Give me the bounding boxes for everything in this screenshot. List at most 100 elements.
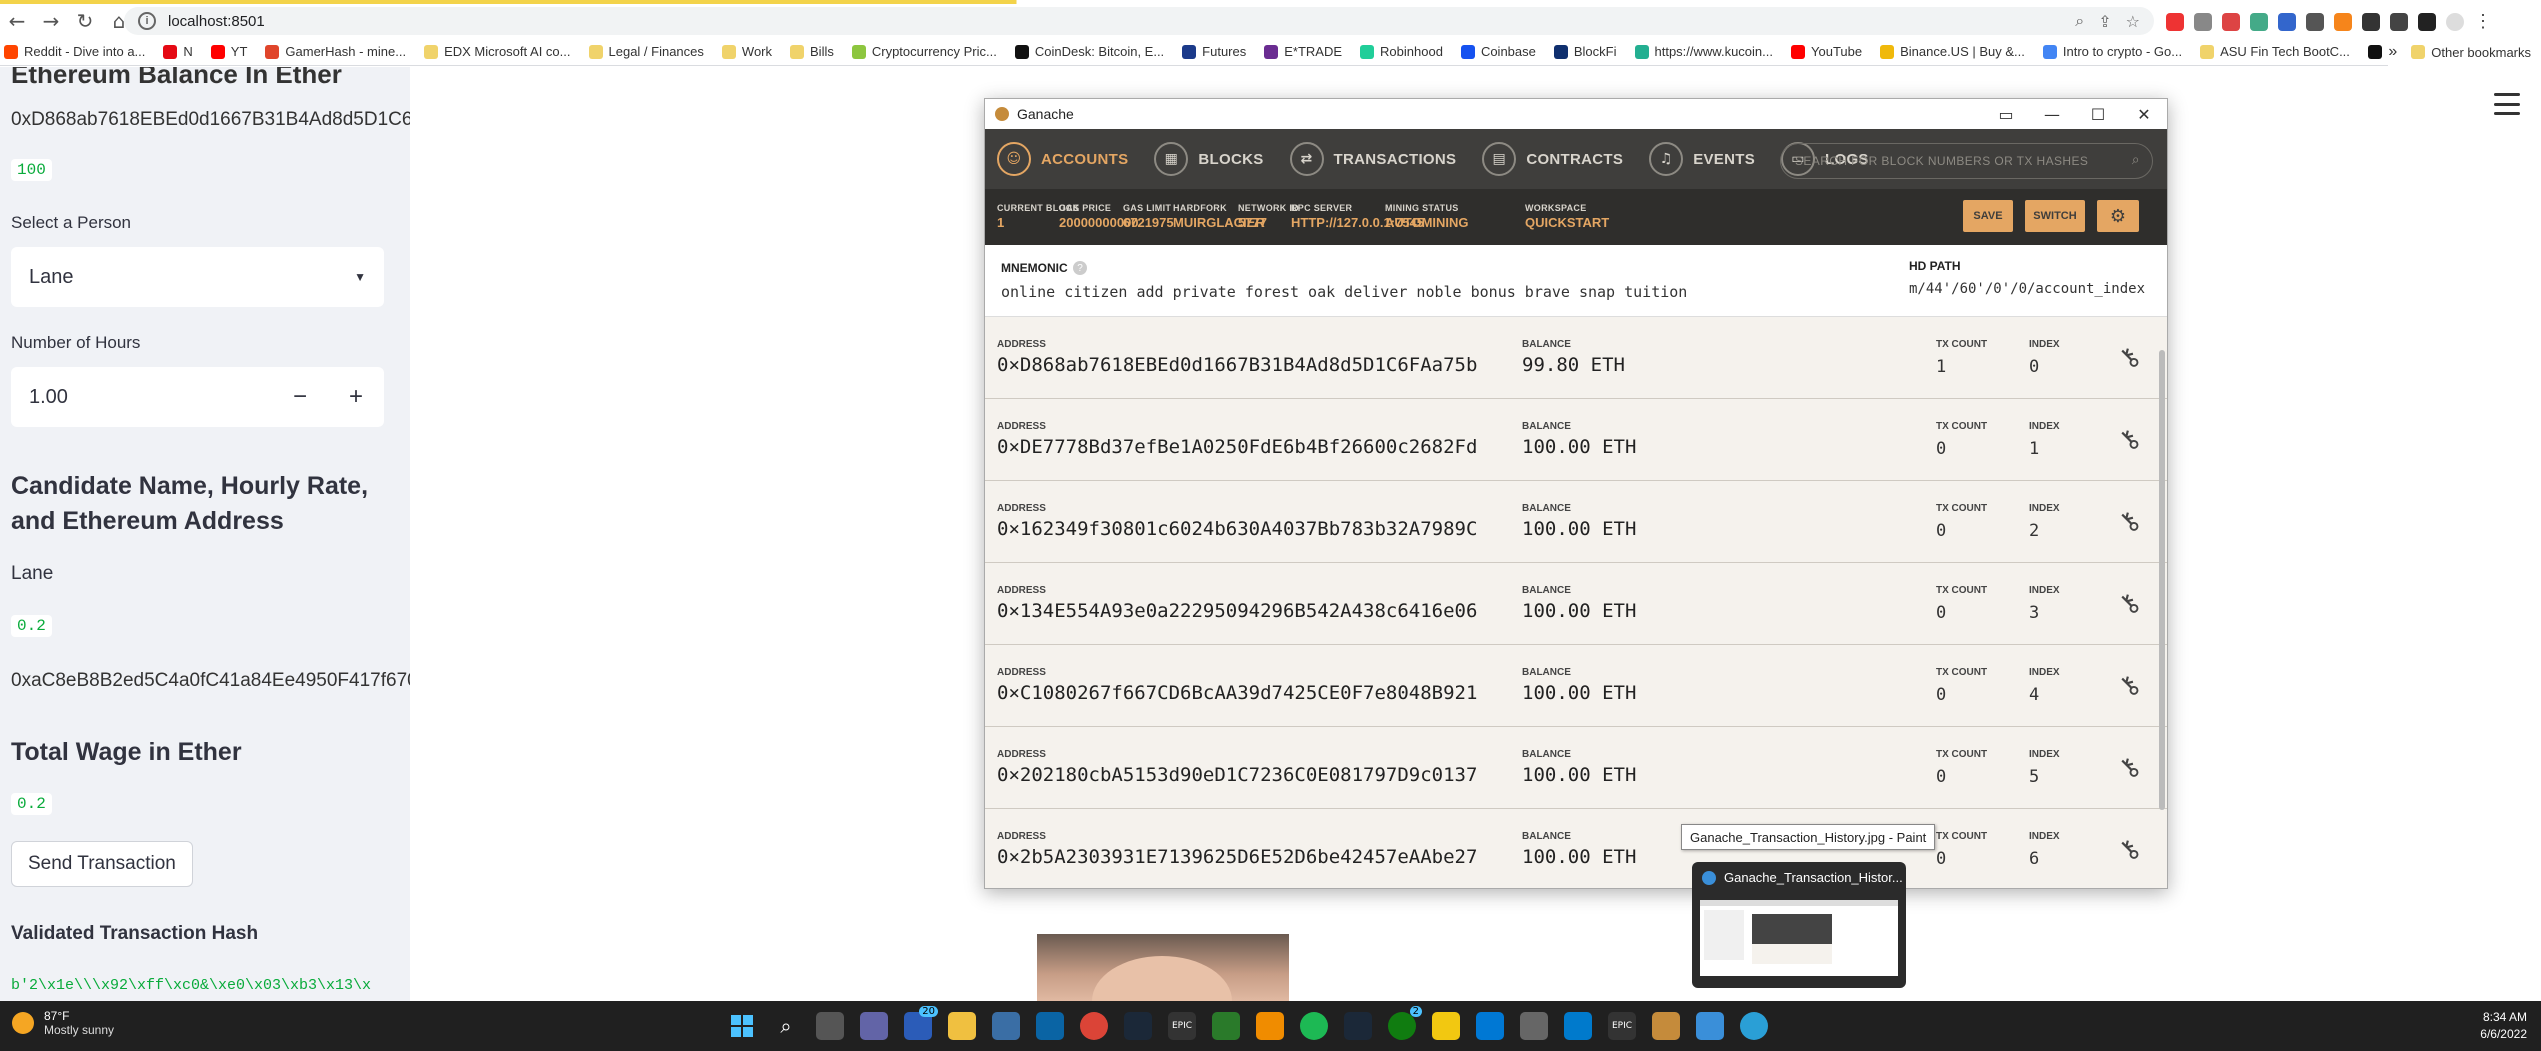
bookmark-item[interactable]: YouTube [1791,44,1862,59]
steam-icon[interactable] [1344,1012,1372,1040]
app-icon[interactable] [1476,1012,1504,1040]
ganache-search-input[interactable]: SEARCH FOR BLOCK NUMBERS OR TX HASHES ⌕ [1780,143,2153,179]
extension-icon[interactable] [2278,13,2296,31]
other-bookmarks[interactable]: Other bookmarks [2431,45,2531,60]
bookmark-item[interactable]: Robinhood [1360,44,1443,59]
save-button[interactable]: SAVE [1963,200,2013,232]
bookmark-item[interactable]: GamerHash - mine... [265,44,406,59]
account-row[interactable]: ADDRESS BALANCE TX COUNT INDEX 0×2b5A2303931… [985,809,2167,888]
xbox-icon[interactable]: 2 [1388,1006,1422,1040]
back-icon[interactable]: ← [0,4,34,38]
maximize-icon[interactable]: ☐ [2075,105,2121,124]
tab-contracts[interactable]: ▤ CONTRACTS [1482,142,1623,176]
account-row[interactable]: ADDRESS BALANCE TX COUNT INDEX 0×DE7778Bd37e… [985,399,2167,481]
select-person-dropdown[interactable]: Lane ▼ [11,247,384,307]
windows-start-icon[interactable] [728,1012,756,1040]
bookmark-item[interactable]: BlockFi [1553,44,1617,59]
extension-icon[interactable] [2250,13,2268,31]
chevron-double-right-icon[interactable]: » [2388,43,2397,61]
spotify-icon[interactable] [1300,1012,1328,1040]
extension-icon[interactable] [2222,13,2240,31]
key-icon[interactable]: ⚷ [2112,341,2147,376]
bookmark-item[interactable]: https://www.kucoin... [1634,44,1773,59]
account-row[interactable]: ADDRESS BALANCE TX COUNT INDEX 0×C1080267f66… [985,645,2167,727]
bookmark-item[interactable]: Cryptocurrency Pric... [851,44,997,59]
hamburger-menu-icon[interactable] [2494,93,2520,115]
browser-menu-icon[interactable]: ⋮ [2474,12,2492,31]
site-info-icon[interactable]: i [138,12,156,30]
paint-icon[interactable] [1740,1012,1768,1040]
tab-transactions[interactable]: ⇄ TRANSACTIONS [1289,142,1457,176]
bookmark-item[interactable]: Legal / Finances [588,44,704,59]
notepad-icon[interactable] [1696,1012,1724,1040]
metamask-icon[interactable] [2334,13,2352,31]
bookmark-item[interactable]: Binance.US | Buy &... [1880,44,2025,59]
forward-icon[interactable]: → [34,4,68,38]
sidepanel-icon[interactable] [2418,13,2436,31]
epic-games-icon[interactable]: EPIC [1168,1012,1196,1040]
share-icon[interactable]: ⇪ [2098,12,2111,31]
key-icon[interactable]: ⚷ [2112,505,2147,540]
bookmark-item[interactable]: EDX Microsoft AI co... [424,44,571,59]
zoom-icon[interactable]: ⌕ [2075,11,2084,31]
epic-games-icon[interactable]: EPIC [1608,1012,1636,1040]
tab-events[interactable]: ♫ EVENTS [1649,142,1755,176]
account-row[interactable]: ADDRESS BALANCE TX COUNT INDEX 0×202180cbA51… [985,727,2167,809]
send-transaction-button[interactable]: Send Transaction [11,841,193,887]
reload-icon[interactable]: ↻ [68,4,102,38]
store-icon[interactable] [992,1012,1020,1040]
chat-icon[interactable] [860,1012,888,1040]
key-icon[interactable]: ⚷ [2112,669,2147,704]
bookmark-star-icon[interactable]: ☆ [2126,12,2140,31]
app-icon[interactable] [1256,1012,1284,1040]
mail-icon[interactable] [1036,1012,1064,1040]
tab-accounts[interactable]: ☺ ACCOUNTS [997,142,1128,176]
snap-icon[interactable]: ▭ [1983,105,2029,124]
taskbar-clock[interactable]: 8:34 AM 6/6/2022 [2480,1009,2527,1043]
sticky-notes-icon[interactable] [1432,1012,1460,1040]
account-row[interactable]: ADDRESS BALANCE TX COUNT INDEX 0×162349f3080… [985,481,2167,563]
extension-icon[interactable] [2306,13,2324,31]
puzzle-icon[interactable] [2362,13,2380,31]
steam-icon[interactable] [1124,1012,1152,1040]
search-icon[interactable]: ⌕ [2132,152,2140,168]
bookmark-item[interactable]: Futures [1182,44,1246,59]
bookmark-item[interactable]: N [163,44,193,59]
help-icon[interactable]: ? [1073,261,1087,275]
bookmark-item[interactable]: CoinDesk: Bitcoin, E... [1014,44,1164,59]
key-icon[interactable]: ⚷ [2112,587,2147,622]
bookmark-item[interactable]: ASU Fin Tech BootC... [2200,44,2350,59]
switch-button[interactable]: SWITCH [2025,200,2085,232]
file-explorer-icon[interactable] [948,1012,976,1040]
bookmark-item[interactable]: Coinbase [1460,44,1536,59]
close-icon[interactable]: ✕ [2121,105,2167,124]
tab-blocks[interactable]: ▦ BLOCKS [1154,142,1263,176]
vscode-icon[interactable] [1564,1012,1592,1040]
bookmarks-overflow[interactable]: » Other bookmarks [2388,38,2541,66]
reading-list-icon[interactable] [2390,13,2408,31]
search-icon[interactable]: ⌕ [772,1012,800,1040]
bookmark-item[interactable]: Intro to crypto - Go... [2042,44,2182,59]
key-icon[interactable]: ⚷ [2112,751,2147,786]
profile-avatar-icon[interactable] [2446,13,2464,31]
decrement-button[interactable]: − [272,383,328,411]
extension-icon[interactable] [2194,13,2212,31]
weather-widget[interactable]: 87°F Mostly sunny [12,1009,114,1037]
chrome-icon[interactable] [1080,1012,1108,1040]
address-bar[interactable]: i localhost:8501 ⌕ ⇪ ☆ [124,7,2154,35]
account-row[interactable]: ADDRESS BALANCE TX COUNT INDEX 0×134E554A93e… [985,563,2167,645]
task-view-icon[interactable] [816,1012,844,1040]
hours-stepper[interactable]: 1.00 − + [11,367,384,427]
gear-icon[interactable]: ⚙ [2097,200,2139,232]
bookmark-item[interactable]: YT [210,44,247,59]
taskbar-thumbnail[interactable]: Ganache_Transaction_Histor... [1692,862,1906,988]
bookmark-item[interactable]: Work [721,44,772,59]
bookmark-item[interactable]: Reddit - Dive into a... [4,44,145,59]
key-icon[interactable]: ⚷ [2112,833,2147,868]
minimize-icon[interactable]: — [2029,105,2075,124]
key-icon[interactable]: ⚷ [2112,423,2147,458]
bookmark-item[interactable]: E*TRADE [1264,44,1342,59]
ganache-taskbar-icon[interactable] [1652,1012,1680,1040]
terminal-icon[interactable] [1212,1012,1240,1040]
account-row[interactable]: ADDRESS BALANCE TX COUNT INDEX 0×D868ab7618E… [985,317,2167,399]
